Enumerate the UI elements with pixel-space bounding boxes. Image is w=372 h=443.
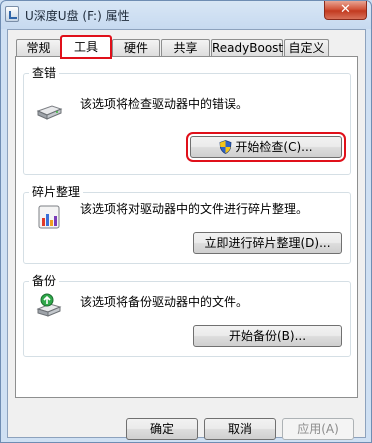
window-title: U深度U盘 (F:) 属性	[25, 9, 130, 23]
group-title: 备份	[29, 273, 60, 289]
tab-sharing[interactable]: 共享	[161, 39, 210, 57]
start-check-button[interactable]: 开始检查(C)...	[186, 132, 346, 162]
tab-tools[interactable]: 工具	[60, 35, 112, 59]
close-button[interactable]: ✕	[324, 1, 367, 20]
drive-icon	[36, 105, 63, 120]
title-bar[interactable]: U深度U盘 (F:) 属性 ✕	[1, 1, 371, 28]
group-description: 该选项将备份驱动器中的文件。	[80, 295, 249, 309]
uac-shield-icon	[219, 140, 232, 154]
tab-readyboost[interactable]: ReadyBoost	[211, 39, 283, 57]
drive-properties-icon	[5, 6, 19, 22]
error-check-group: 查错 该选项将检查驱动器中的错误。 开始检查(C)...	[23, 65, 351, 175]
backup-icon	[36, 293, 62, 317]
group-description: 该选项将对驱动器中的文件进行碎片整理。	[80, 202, 309, 216]
cancel-button[interactable]: 取消	[204, 418, 276, 440]
ok-button[interactable]: 确定	[126, 418, 198, 440]
tab-hardware[interactable]: 硬件	[112, 39, 160, 57]
group-title: 查错	[29, 65, 60, 81]
start-check-label: 开始检查(C)...	[235, 140, 313, 154]
defrag-icon	[38, 205, 60, 229]
defrag-now-button[interactable]: 立即进行碎片整理(D)...	[193, 232, 342, 254]
backup-group: 备份 该选项将备份驱动器中的文件。 开始备份(B)...	[23, 273, 351, 357]
tab-general[interactable]: 常规	[16, 39, 61, 57]
properties-window: U深度U盘 (F:) 属性 ✕ 常规 工具 硬件 共享 ReadyBoost 自…	[0, 0, 372, 443]
group-title: 碎片整理	[29, 184, 84, 200]
start-backup-button[interactable]: 开始备份(B)...	[193, 325, 342, 347]
group-description: 该选项将检查驱动器中的错误。	[80, 97, 249, 111]
dialog-body: 常规 工具 硬件 共享 ReadyBoost 自定义 查错 该选项将检查驱动器中…	[7, 29, 366, 440]
tab-customize[interactable]: 自定义	[284, 39, 329, 57]
apply-button[interactable]: 应用(A)	[282, 418, 354, 440]
tools-tab-panel: 查错 该选项将检查驱动器中的错误。 开始检查(C)... 碎片整理 该选项将对驱…	[15, 56, 358, 398]
defrag-group: 碎片整理 该选项将对驱动器中的文件进行碎片整理。 立即进行碎片整理(D)...	[23, 184, 351, 264]
